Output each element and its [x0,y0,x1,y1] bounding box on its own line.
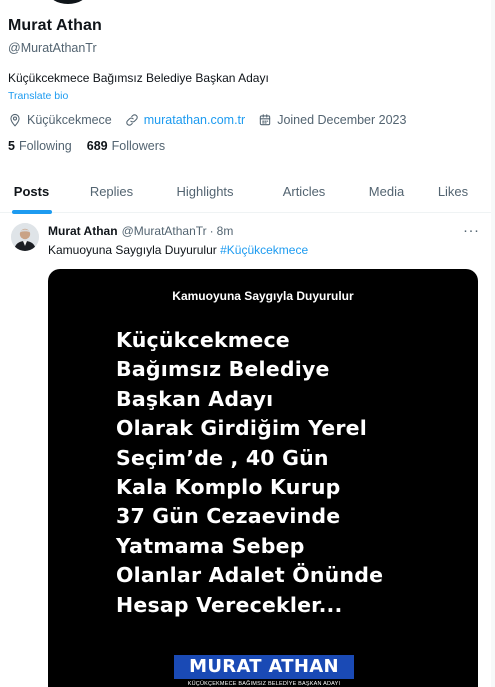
follow-stats: 5 Following 689 Followers [8,139,180,153]
tweet-image[interactable]: Kamuoyuna Saygıyla Duyurulur Küçükcekmec… [48,269,478,687]
following-link[interactable]: 5 Following [8,139,72,153]
tab-articles[interactable]: Articles [250,169,358,213]
followers-label: Followers [111,139,166,153]
statement-line: Yatmama Sebep [116,533,305,558]
logo-subtitle: KÜÇÜKÇEKMECE BAĞIMSIZ BELEDİYE BAŞKAN AD… [187,681,341,687]
tweet-text: Kamuoyuna Saygıyla Duyurulur #Küçükcekme… [48,243,308,257]
more-options-icon[interactable]: ··· [463,222,480,239]
profile-tabs: Posts Replies Highlights Articles Media … [0,169,491,213]
tweet-separator: · [209,224,214,238]
person-photo-icon [11,223,39,251]
image-header-text: Kamuoyuna Saygıyla Duyurulur [172,289,354,303]
statement-line: Olanlar Adalet Önünde [116,563,384,588]
logo-name: MURAT ATHAN [174,655,354,679]
tweet-text-body: Kamuoyuna Saygıyla Duyurulur [48,243,221,257]
link-icon [126,114,138,126]
statement-line: 37 Gün Cezaevinde [116,504,341,529]
profile-handle: @MuratAthanTr [8,41,97,55]
statement-line: Bağımsız Belediye [116,357,330,382]
website-link[interactable]: muratathan.com.tr [144,113,245,127]
scrollbar-track[interactable] [491,0,495,687]
tab-replies[interactable]: Replies [63,169,160,213]
calendar-icon [260,114,271,126]
statement-line: Olarak Girdiğim Yerel [116,416,367,441]
statement-line: Küçükcekmece [116,328,290,352]
tweet-avatar[interactable] [11,223,39,251]
joined-text: Joined December 2023 [277,113,407,127]
tweet-author-name[interactable]: Murat Athan [48,224,118,238]
tab-likes[interactable]: Likes [415,169,491,213]
profile-name: Murat Athan [8,17,102,34]
location-text: Küçükcekmece [27,113,112,127]
profile-meta: Küçükcekmece muratathan.com.tr Joined De… [8,113,419,127]
translate-bio-link[interactable]: Translate bio [8,90,68,102]
statement-line: Hesap Verecekler... [116,592,343,617]
tab-media[interactable]: Media [358,169,415,213]
location-pin-icon [10,113,20,127]
statement-line: Kala Komplo Kurup [116,475,341,500]
header-avatar-edge [48,0,88,4]
statement-line: Başkan Adayı [116,386,274,411]
tab-highlights[interactable]: Highlights [160,169,250,213]
website-item: muratathan.com.tr [125,113,245,127]
image-statement: Küçükcekmece Bağımsız Belediye Başkan Ad… [116,326,383,620]
tweet-header: Murat Athan @MuratAthanTr · 8m [48,224,233,238]
tab-posts[interactable]: Posts [0,169,63,213]
location-item: Küçükcekmece [8,113,112,127]
statement-line: Seçim’de , 40 Gün [116,445,329,470]
profile-bio: Küçükcekmece Bağımsız Belediye Başkan Ad… [8,71,269,85]
tweet-time[interactable]: 8m [217,224,234,238]
tweet-hashtag[interactable]: #Küçükcekmece [220,243,308,257]
campaign-logo: MURAT ATHAN KÜÇÜKÇEKMECE BAĞIMSIZ BELEDİ… [174,655,354,687]
joined-item: Joined December 2023 [258,113,406,127]
tweet[interactable]: Murat Athan @MuratAthanTr · 8m ··· Kamuo… [0,214,491,687]
followers-count: 689 [86,139,108,153]
tweet-author-handle[interactable]: @MuratAthanTr [122,224,207,238]
following-count: 5 [8,139,15,153]
followers-link[interactable]: 689 Followers [87,139,165,153]
following-label: Following [18,139,72,153]
